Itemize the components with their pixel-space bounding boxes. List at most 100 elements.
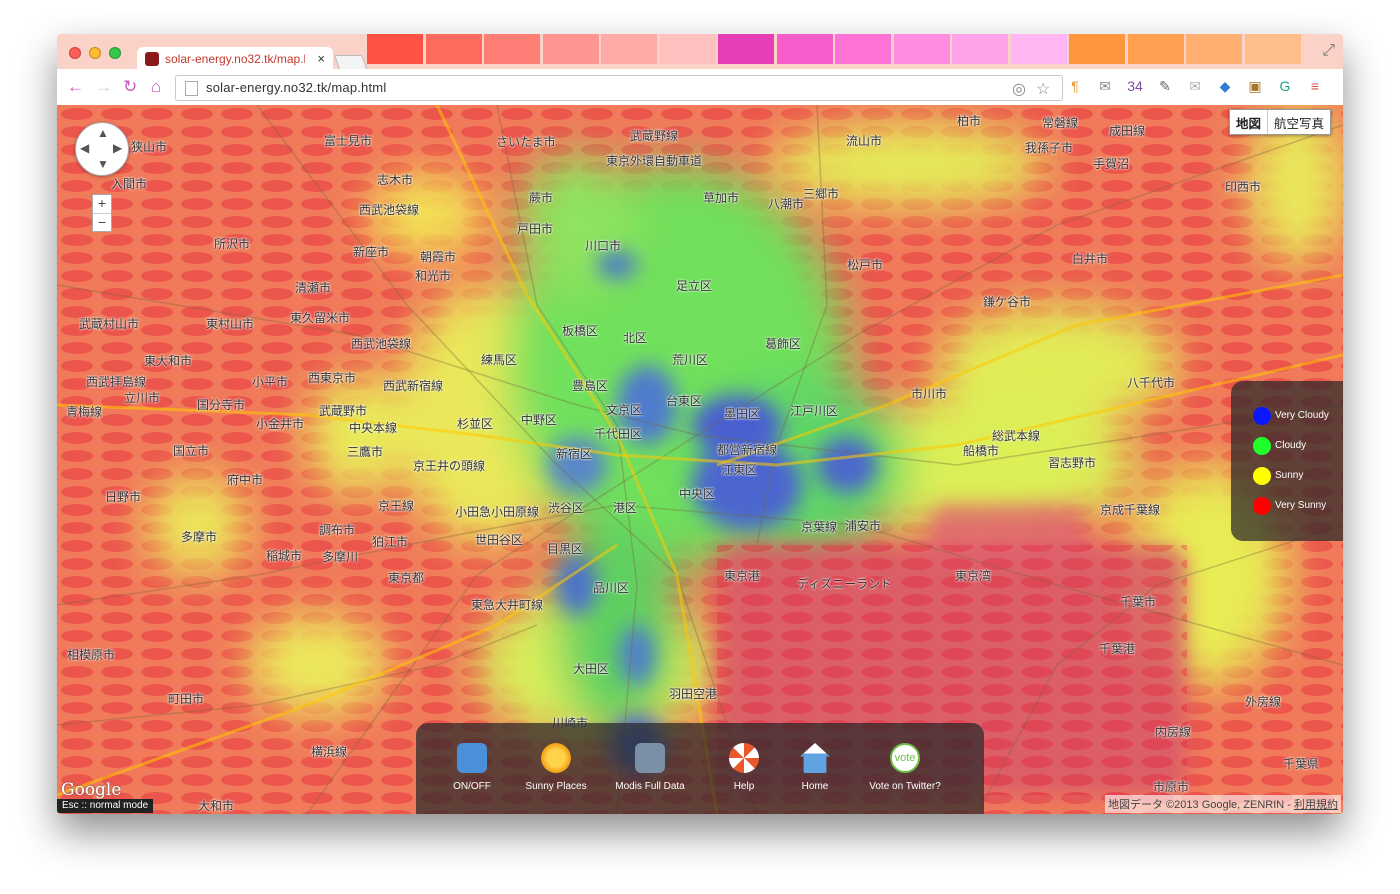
map-label: 柏市 — [957, 114, 982, 128]
window-counter-icon[interactable]: 34 — [1125, 76, 1145, 96]
map-label: 狭山市 — [131, 140, 168, 154]
map-label: 武蔵村山市 — [79, 317, 140, 331]
map-type-satellite[interactable]: 航空写真 — [1268, 110, 1330, 134]
map-label: ディズニーランド — [797, 577, 893, 591]
pan-left-icon[interactable]: ◀ — [80, 141, 89, 155]
legend-label: Very Sunny — [1275, 500, 1327, 511]
color-swatch — [1069, 34, 1125, 64]
zoom-window-icon[interactable] — [109, 47, 121, 59]
note-icon[interactable]: ✉ — [1185, 76, 1205, 96]
fork-knife-icon[interactable]: ¶ — [1065, 76, 1085, 96]
map-label: 千代田区 — [594, 427, 643, 441]
url-text[interactable]: solar-energy.no32.tk/map.html — [206, 80, 386, 95]
puzzle-icon[interactable]: ✉ — [1095, 76, 1115, 96]
satellite-icon[interactable] — [635, 743, 665, 773]
map-label: 西武池袋線 — [351, 337, 412, 351]
cloud-legend: Very Cloudy Cloudy Sunny Very Sunny — [1231, 381, 1343, 541]
map-label: 東京湾 — [955, 569, 992, 583]
tab-map[interactable]: solar-energy.no32.tk/map.html × — [137, 47, 333, 71]
map-label: 羽田空港 — [669, 687, 718, 701]
home-icon[interactable] — [800, 743, 830, 773]
map-label: 市原市 — [1153, 780, 1190, 794]
pan-down-icon[interactable]: ▼ — [97, 157, 109, 171]
google-logo[interactable]: Google — [61, 780, 121, 800]
map-label: 立川市 — [124, 391, 161, 405]
map-label: 多摩川 — [322, 550, 359, 564]
map-label: 小田急小田原線 — [455, 505, 540, 519]
legend-label: Very Cloudy — [1275, 410, 1329, 421]
color-swatch — [484, 34, 540, 64]
color-swatch — [1244, 34, 1301, 64]
browser-toolbar: ← → ↻ ⌂ solar-energy.no32.tk/map.html ◎ … — [57, 71, 1343, 106]
close-window-icon[interactable] — [69, 47, 81, 59]
map-label: 印西市 — [1225, 180, 1262, 194]
map-label: 京葉線 — [801, 520, 838, 534]
minimize-window-icon[interactable] — [89, 47, 101, 59]
lifebuoy-icon[interactable] — [729, 743, 759, 773]
map-label: 相模原市 — [67, 648, 116, 662]
map-label: 台東区 — [666, 394, 703, 408]
key-icon[interactable]: ✎ — [1155, 76, 1175, 96]
zoom-in-button[interactable]: + — [93, 195, 111, 214]
map-label: 清瀬市 — [295, 281, 332, 295]
clipboard-icon[interactable]: ▣ — [1245, 76, 1265, 96]
menu-item-on-off[interactable]: ON/OFF — [427, 743, 517, 792]
pan-right-icon[interactable]: ▶ — [113, 141, 122, 155]
color-swatch — [1010, 34, 1067, 64]
menu-item-home[interactable]: Home — [770, 743, 860, 792]
map-label: 豊島区 — [572, 379, 609, 393]
map-label: 入間市 — [111, 177, 148, 191]
map-label: 東大和市 — [144, 354, 193, 368]
menu-item-vote-on-twitter[interactable]: vote Vote on Twitter? — [860, 743, 950, 792]
map-label: 国分寺市 — [197, 398, 246, 412]
pan-up-icon[interactable]: ▲ — [97, 126, 109, 140]
tab-close-icon[interactable]: × — [317, 51, 325, 66]
zoom-control: + − — [92, 194, 112, 232]
menu-item-sunny-places[interactable]: Sunny Places — [511, 743, 601, 792]
map-label: 所沢市 — [214, 237, 251, 251]
map-canvas[interactable]: 狭山市 富士見市 さいたま市 武蔵野線 流山市 柏市 常磐線 成田線 我孫子市 手賀沼 東京外環自動… — [57, 105, 1343, 814]
menu-icon[interactable]: ≡ — [1305, 76, 1325, 96]
grammarly-icon[interactable]: G — [1275, 76, 1295, 96]
map-label: 戸田市 — [517, 222, 554, 236]
map-label: 東急大井町線 — [471, 598, 544, 612]
terms-link[interactable]: 利用規約 — [1294, 799, 1338, 811]
pan-control[interactable]: ▲ ▼ ◀ ▶ — [75, 122, 129, 176]
color-swatch — [1186, 34, 1242, 64]
map-label: 東京都 — [388, 571, 425, 585]
forward-button[interactable]: → — [95, 78, 112, 96]
vote-icon[interactable]: vote — [890, 743, 920, 773]
bookmark-star-icon[interactable]: ☆ — [1036, 79, 1050, 99]
home-button[interactable]: ⌂ — [151, 78, 161, 96]
map-label: 手賀沼 — [1093, 157, 1130, 171]
map-label: 富士見市 — [324, 134, 373, 148]
map-type-map[interactable]: 地図 — [1230, 110, 1269, 134]
reload-button[interactable]: ↻ — [123, 78, 137, 96]
location-icon[interactable]: ◎ — [1012, 79, 1026, 99]
map-label: 調布市 — [319, 523, 356, 537]
map-label: 白井市 — [1072, 252, 1109, 266]
map-label: 内房線 — [1155, 725, 1192, 739]
color-swatch — [1127, 34, 1184, 64]
map-label: 市川市 — [911, 387, 948, 401]
map-label: 千葉市 — [1120, 595, 1157, 609]
zoom-out-button[interactable]: − — [93, 214, 111, 232]
address-bar[interactable]: solar-energy.no32.tk/map.html ◎ ☆ — [175, 75, 1063, 101]
map-label: 小平市 — [252, 375, 289, 389]
map-label: 西武新宿線 — [383, 379, 444, 393]
favicon-icon — [145, 52, 159, 66]
fullscreen-icon[interactable]: ⤢ — [1322, 42, 1335, 60]
map-label: 習志野市 — [1048, 456, 1097, 470]
map-label: 中央本線 — [349, 421, 398, 435]
map-label: 葛飾区 — [765, 337, 802, 351]
vim-mode-indicator: Esc :: normal mode — [57, 799, 154, 813]
browser-window: solar-energy.no32.tk/map.html × ⤢ ← → ↻ … — [57, 34, 1343, 814]
layers-icon[interactable] — [457, 743, 487, 773]
cube-icon[interactable]: ◆ — [1215, 76, 1235, 96]
attribution-text: 地図データ ©2013 Google, ZENRIN - — [1108, 799, 1291, 811]
menu-item-modis-full-data[interactable]: Modis Full Data — [605, 743, 695, 792]
map-label: 船橋市 — [963, 444, 1000, 458]
sun-icon[interactable] — [541, 743, 571, 773]
back-button[interactable]: ← — [67, 78, 84, 96]
map-label: 板橋区 — [562, 324, 599, 338]
